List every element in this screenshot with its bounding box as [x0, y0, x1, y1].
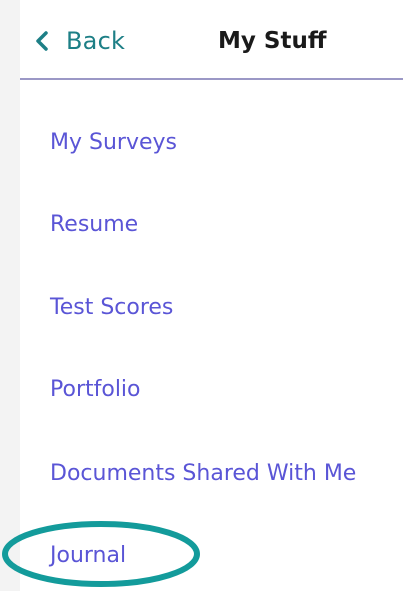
nav-item-resume[interactable]: Resume: [50, 207, 138, 241]
panel-header: Back My Stuff: [20, 0, 403, 80]
page-title: My Stuff: [218, 28, 327, 54]
my-stuff-panel: Back My Stuff My Surveys Resume Test Sco…: [20, 0, 403, 591]
nav-item-my-surveys[interactable]: My Surveys: [50, 125, 177, 159]
nav-item-documents-shared-with-me[interactable]: Documents Shared With Me: [50, 456, 356, 490]
nav-item-test-scores[interactable]: Test Scores: [50, 290, 173, 324]
nav-item-journal[interactable]: Journal: [50, 538, 126, 572]
nav-item-portfolio[interactable]: Portfolio: [50, 372, 141, 406]
back-button[interactable]: Back: [32, 24, 125, 58]
chevron-left-icon: [32, 31, 52, 51]
back-label: Back: [66, 27, 126, 55]
